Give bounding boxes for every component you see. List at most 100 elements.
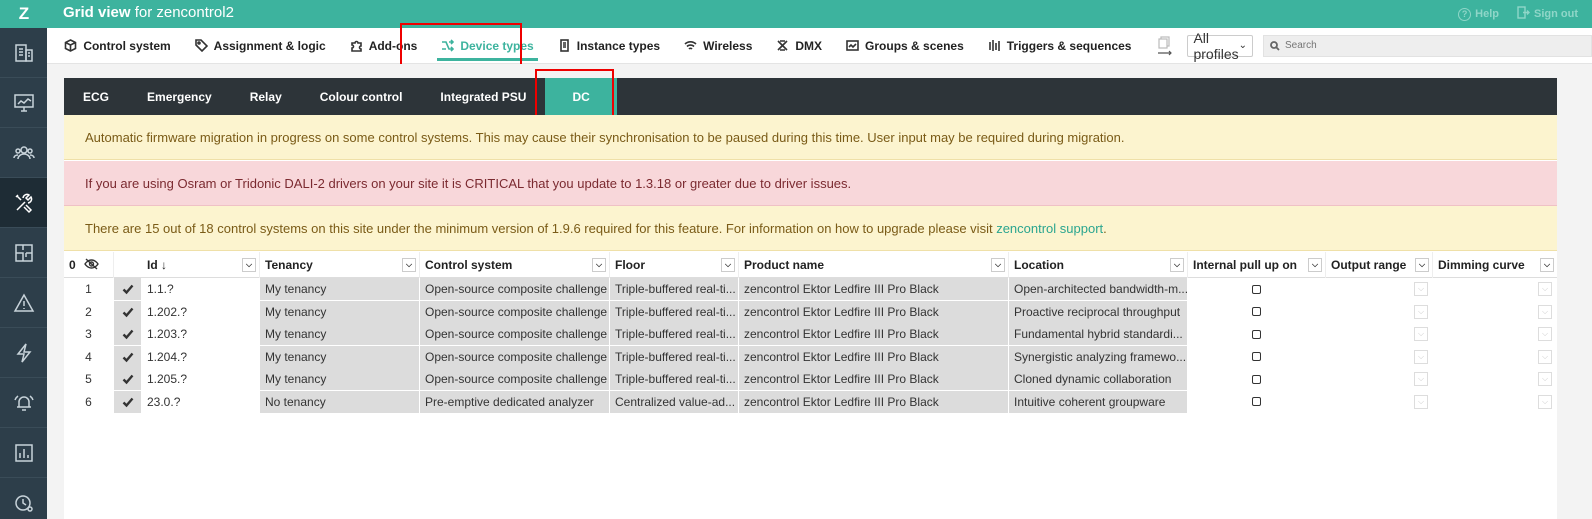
table-row[interactable]: 2 1.202.? My tenancy Open-source composi… bbox=[64, 300, 1557, 324]
cell-floor[interactable]: Triple-buffered real-ti... bbox=[610, 345, 739, 368]
subtab-colour-control[interactable]: Colour control bbox=[301, 78, 422, 115]
dimming-curve-select[interactable]: ⌵ bbox=[1538, 304, 1552, 319]
table-row[interactable]: 6 23.0.? No tenancy Pre-emptive dedicate… bbox=[64, 390, 1557, 414]
row-select-checkbox[interactable] bbox=[114, 323, 142, 346]
output-range-select[interactable]: ⌵ bbox=[1414, 327, 1428, 342]
sidebar-item-faults[interactable] bbox=[0, 278, 47, 328]
hide-columns-icon[interactable] bbox=[83, 257, 99, 273]
output-range-select[interactable]: ⌵ bbox=[1414, 349, 1428, 364]
cell-tenancy[interactable]: My tenancy bbox=[260, 345, 420, 368]
cell-id[interactable]: 1.205.? bbox=[142, 368, 260, 391]
profiles-select[interactable]: All profiles ⌄ bbox=[1187, 30, 1253, 62]
cell-id[interactable]: 1.203.? bbox=[142, 323, 260, 346]
output-range-select[interactable]: ⌵ bbox=[1414, 372, 1428, 387]
header-internal-pull-up[interactable]: Internal pull up on ⌵ bbox=[1188, 252, 1326, 278]
row-select-checkbox[interactable] bbox=[114, 278, 142, 300]
cell-control-system[interactable]: Open-source composite challenge bbox=[420, 300, 610, 323]
cell-id[interactable]: 1.1.? bbox=[142, 278, 260, 300]
header-tenancy[interactable]: Tenancy ⌵ bbox=[260, 252, 420, 278]
cell-control-system[interactable]: Open-source composite challenge bbox=[420, 323, 610, 346]
sidebar-item-monitor[interactable] bbox=[0, 78, 47, 128]
tab-device-types[interactable]: Device types bbox=[429, 28, 545, 64]
search-input[interactable] bbox=[1285, 40, 1585, 51]
copy-to-icon[interactable] bbox=[1157, 35, 1173, 55]
sidebar-item-tools[interactable] bbox=[0, 178, 47, 228]
cell-product-name[interactable]: zencontrol Ektor Ledfire III Pro Black bbox=[739, 345, 1009, 368]
cell-tenancy[interactable]: My tenancy bbox=[260, 300, 420, 323]
cell-product-name[interactable]: zencontrol Ektor Ledfire III Pro Black bbox=[739, 368, 1009, 391]
filter-dropdown-icon[interactable]: ⌵ bbox=[991, 258, 1005, 272]
header-control-system[interactable]: Control system ⌵ bbox=[420, 252, 610, 278]
filter-dropdown-icon[interactable]: ⌵ bbox=[402, 258, 416, 272]
cell-id[interactable]: 1.204.? bbox=[142, 345, 260, 368]
filter-dropdown-icon[interactable]: ⌵ bbox=[1415, 258, 1429, 272]
cell-location[interactable]: Synergistic analyzing framewo... bbox=[1009, 345, 1188, 368]
dimming-curve-select[interactable]: ⌵ bbox=[1538, 349, 1552, 364]
cell-control-system[interactable]: Open-source composite challenge bbox=[420, 278, 610, 300]
tab-instance-types[interactable]: Instance types bbox=[546, 28, 672, 64]
sidebar-item-sites[interactable] bbox=[0, 28, 47, 78]
cell-control-system[interactable]: Open-source composite challenge bbox=[420, 368, 610, 391]
cell-control-system[interactable]: Open-source composite challenge bbox=[420, 345, 610, 368]
cell-id[interactable]: 1.202.? bbox=[142, 300, 260, 323]
table-row[interactable]: 3 1.203.? My tenancy Open-source composi… bbox=[64, 323, 1557, 346]
tab-control-system[interactable]: Control system bbox=[52, 28, 182, 64]
cell-floor[interactable]: Centralized value-ad... bbox=[610, 390, 739, 413]
dimming-curve-select[interactable]: ⌵ bbox=[1538, 394, 1552, 409]
filter-dropdown-icon[interactable]: ⌵ bbox=[1308, 258, 1322, 272]
tab-dmx[interactable]: DMX bbox=[764, 28, 834, 64]
cell-tenancy[interactable]: My tenancy bbox=[260, 278, 420, 300]
sidebar-item-schedule[interactable] bbox=[0, 478, 47, 519]
cell-control-system[interactable]: Pre-emptive dedicated analyzer bbox=[420, 390, 610, 413]
tab-groups-scenes[interactable]: Groups & scenes bbox=[834, 28, 976, 64]
zencontrol-logo[interactable]: Z bbox=[0, 0, 48, 28]
header-floor[interactable]: Floor ⌵ bbox=[610, 252, 739, 278]
cell-floor[interactable]: Triple-buffered real-ti... bbox=[610, 300, 739, 323]
subtab-relay[interactable]: Relay bbox=[231, 78, 301, 115]
cell-tenancy[interactable]: My tenancy bbox=[260, 323, 420, 346]
cell-id[interactable]: 23.0.? bbox=[142, 390, 260, 413]
row-select-checkbox[interactable] bbox=[114, 390, 142, 413]
output-range-select[interactable]: ⌵ bbox=[1414, 282, 1428, 296]
cell-location[interactable]: Open-architected bandwidth-m... bbox=[1009, 278, 1188, 300]
cell-floor[interactable]: Triple-buffered real-ti... bbox=[610, 323, 739, 346]
subtab-dc[interactable]: DC bbox=[545, 78, 617, 115]
tab-assignment-logic[interactable]: Assignment & logic bbox=[183, 28, 338, 64]
internal-pull-up-checkbox[interactable] bbox=[1252, 307, 1261, 317]
sidebar-item-alarms[interactable] bbox=[0, 378, 47, 428]
internal-pull-up-checkbox[interactable] bbox=[1252, 374, 1261, 384]
filter-dropdown-icon[interactable]: ⌵ bbox=[1540, 258, 1554, 272]
cell-floor[interactable]: Triple-buffered real-ti... bbox=[610, 278, 739, 300]
dimming-curve-select[interactable]: ⌵ bbox=[1538, 282, 1552, 296]
cell-location[interactable]: Intuitive coherent groupware bbox=[1009, 390, 1188, 413]
cell-product-name[interactable]: zencontrol Ektor Ledfire III Pro Black bbox=[739, 323, 1009, 346]
cell-tenancy[interactable]: No tenancy bbox=[260, 390, 420, 413]
cell-product-name[interactable]: zencontrol Ektor Ledfire III Pro Black bbox=[739, 278, 1009, 300]
row-select-checkbox[interactable] bbox=[114, 345, 142, 368]
sidebar-item-reports[interactable] bbox=[0, 428, 47, 478]
table-row[interactable]: 1 1.1.? My tenancy Open-source composite… bbox=[64, 278, 1557, 301]
header-dimming-curve[interactable]: Dimming curve ⌵ bbox=[1433, 252, 1557, 278]
subtab-emergency[interactable]: Emergency bbox=[128, 78, 231, 115]
cell-tenancy[interactable]: My tenancy bbox=[260, 368, 420, 391]
filter-dropdown-icon[interactable]: ⌵ bbox=[242, 258, 256, 272]
internal-pull-up-checkbox[interactable] bbox=[1252, 397, 1261, 407]
subtab-ecg[interactable]: ECG bbox=[64, 78, 128, 115]
sidebar-item-users[interactable] bbox=[0, 128, 47, 178]
tab-triggers-sequences[interactable]: Triggers & sequences bbox=[976, 28, 1144, 64]
internal-pull-up-checkbox[interactable] bbox=[1252, 284, 1261, 294]
table-row[interactable]: 5 1.205.? My tenancy Open-source composi… bbox=[64, 368, 1557, 391]
zencontrol-support-link[interactable]: zencontrol support bbox=[996, 221, 1103, 236]
filter-dropdown-icon[interactable]: ⌵ bbox=[721, 258, 735, 272]
dimming-curve-select[interactable]: ⌵ bbox=[1538, 372, 1552, 387]
header-output-range[interactable]: Output range ⌵ bbox=[1326, 252, 1433, 278]
internal-pull-up-checkbox[interactable] bbox=[1252, 352, 1261, 362]
cell-location[interactable]: Cloned dynamic collaboration bbox=[1009, 368, 1188, 391]
header-product-name[interactable]: Product name ⌵ bbox=[739, 252, 1009, 278]
subtab-integrated-psu[interactable]: Integrated PSU bbox=[421, 78, 545, 115]
cell-product-name[interactable]: zencontrol Ektor Ledfire III Pro Black bbox=[739, 300, 1009, 323]
sidebar-item-floorplan[interactable] bbox=[0, 228, 47, 278]
header-id[interactable]: Id ↓ ⌵ bbox=[142, 252, 260, 278]
cell-location[interactable]: Fundamental hybrid standardi... bbox=[1009, 323, 1188, 346]
cell-location[interactable]: Proactive reciprocal throughput bbox=[1009, 300, 1188, 323]
